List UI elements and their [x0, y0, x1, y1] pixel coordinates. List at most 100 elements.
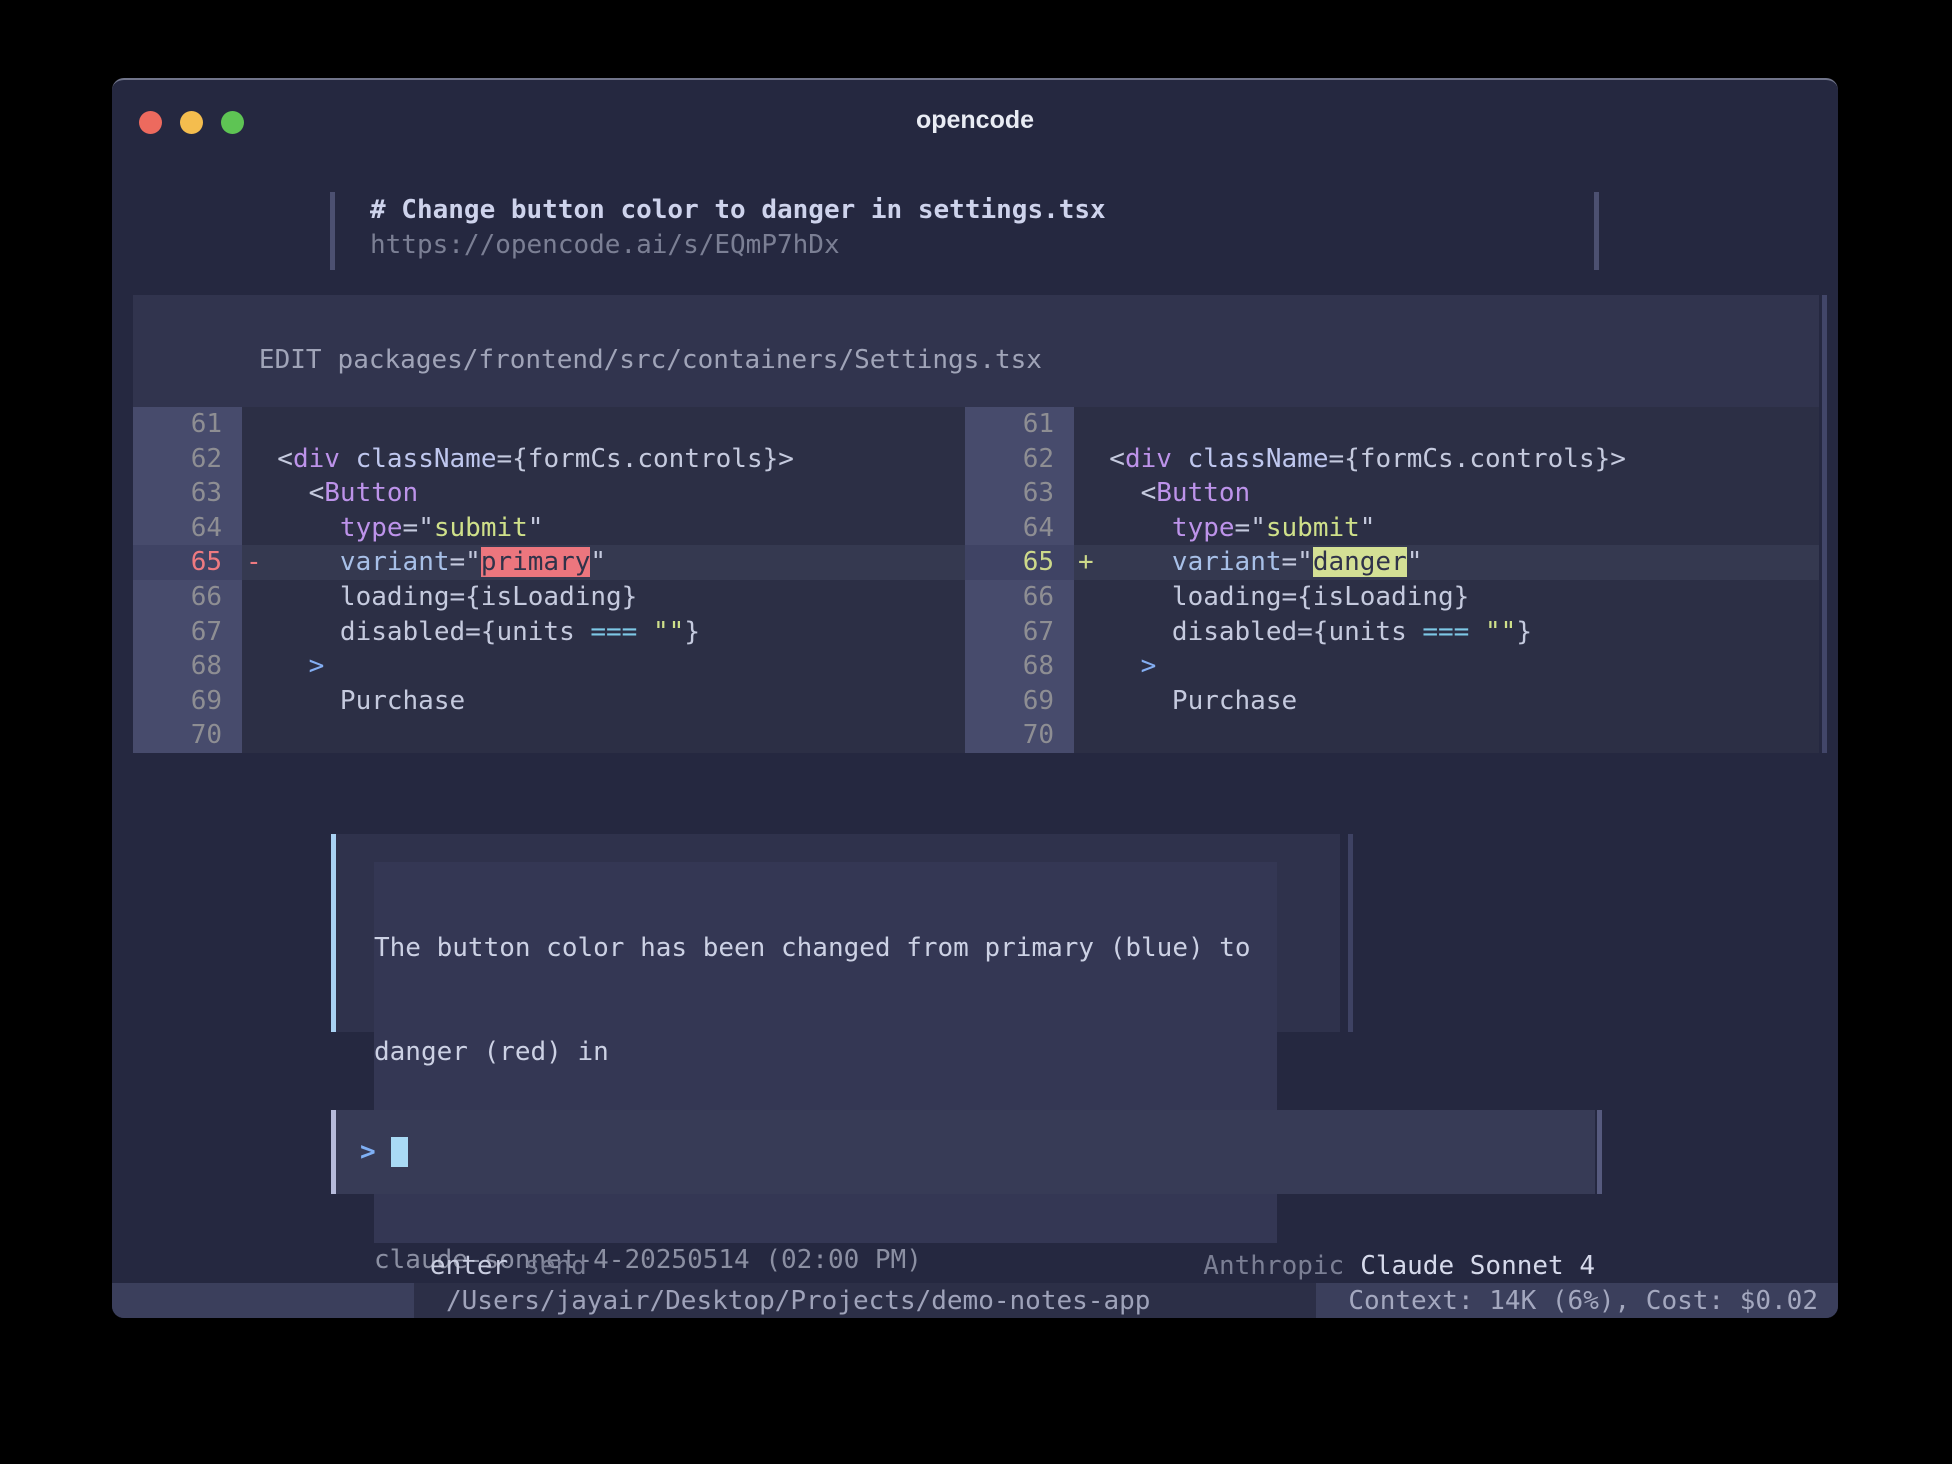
edit-panel-scrollbar[interactable] [1822, 295, 1827, 753]
code-token: =" [450, 547, 481, 577]
code-line: type="submit" [1074, 511, 1819, 546]
line-number: 64 [965, 511, 1074, 546]
line-number: 63 [965, 476, 1074, 511]
code-line: <div className={formCs.controls}> [1074, 442, 1819, 477]
code-line: type="submit" [242, 511, 965, 546]
code-line: + variant="danger" [1074, 545, 1819, 580]
diff-row: 68 > [133, 649, 965, 684]
code-token: type [1172, 513, 1235, 543]
diff-row: 64 type="submit" [965, 511, 1819, 546]
code-token: < [1078, 444, 1125, 474]
code-token: disabled={units [1078, 617, 1422, 647]
line-number: 66 [133, 580, 242, 615]
diff-row: 63 <Button [965, 476, 1819, 511]
code-line: > [1074, 649, 1819, 684]
line-number: 62 [133, 442, 242, 477]
code-token: =" [1282, 547, 1313, 577]
diff-row: 62 <div className={formCs.controls}> [965, 442, 1819, 477]
line-number: 61 [133, 407, 242, 442]
code-token: Button [1156, 478, 1250, 508]
line-number: 61 [965, 407, 1074, 442]
code-token: ={formCs.controls}> [496, 444, 793, 474]
prompt-header-left-border [330, 192, 335, 270]
code-token: < [1078, 478, 1156, 508]
code-token: submit [434, 513, 528, 543]
send-action-label: send [524, 1251, 587, 1281]
input-scrollbar[interactable] [1597, 1110, 1602, 1194]
status-bar: opencodev0.1.156 /Users/jayair/Desktop/P… [112, 1283, 1838, 1318]
enter-key-hint: enter [430, 1251, 508, 1281]
code-token: === [1422, 617, 1469, 647]
code-line [1074, 718, 1819, 753]
code-token: className [1188, 444, 1329, 474]
code-token [340, 444, 356, 474]
removed-token: primary [481, 547, 591, 577]
code-token: =" [1235, 513, 1266, 543]
code-token: loading={isLoading} [246, 582, 637, 612]
code-token: variant [340, 547, 450, 577]
removed-line-marker: - [246, 545, 262, 580]
code-line: <Button [1074, 476, 1819, 511]
code-token: div [293, 444, 340, 474]
code-token: "" [653, 617, 684, 647]
code-line: <div className={formCs.controls}> [242, 442, 965, 477]
code-token [1469, 617, 1485, 647]
app-version-segment: opencodev0.1.156 [112, 1283, 414, 1318]
code-token: disabled={units [246, 617, 590, 647]
diff-pane-left: 6162 <div className={formCs.controls}>63… [133, 407, 965, 753]
code-token: < [246, 478, 324, 508]
line-number: 69 [133, 684, 242, 719]
code-token [246, 651, 309, 681]
share-url[interactable]: https://opencode.ai/s/EQmP7hDx [370, 228, 840, 263]
diff-pane-right: 6162 <div className={formCs.controls}>63… [965, 407, 1819, 753]
code-token: " [590, 547, 606, 577]
window-title: opencode [112, 106, 1838, 135]
code-token [1078, 651, 1141, 681]
code-line: - variant="primary" [242, 545, 965, 580]
message-scrollbar[interactable] [1348, 834, 1353, 1032]
code-token: submit [1266, 513, 1360, 543]
diff-row: 69 Purchase [133, 684, 965, 719]
code-token: " [1360, 513, 1376, 543]
diff-row: 67 disabled={units === ""} [965, 615, 1819, 650]
code-token: " [1407, 547, 1423, 577]
line-number: 67 [133, 615, 242, 650]
code-token: } [1516, 617, 1532, 647]
diff-row: 70 [133, 718, 965, 753]
prompt-header-right-border [1594, 192, 1599, 270]
prompt-input[interactable]: > [336, 1110, 1595, 1194]
added-token: danger [1313, 547, 1407, 577]
assistant-message: The button color has been changed from p… [336, 834, 1340, 1032]
code-line [242, 718, 965, 753]
model-name: Claude Sonnet 4 [1360, 1251, 1595, 1281]
code-token [1078, 513, 1172, 543]
model-provider: Anthropic [1203, 1251, 1344, 1281]
code-token: } [684, 617, 700, 647]
code-token: loading={isLoading} [1078, 582, 1469, 612]
prompt-symbol: > [360, 1135, 376, 1170]
line-number: 69 [965, 684, 1074, 719]
line-number: 65 [965, 545, 1074, 580]
line-number: 70 [133, 718, 242, 753]
diff-row: 61 [133, 407, 965, 442]
code-token: type [340, 513, 403, 543]
code-token: > [1141, 651, 1157, 681]
line-number: 64 [133, 511, 242, 546]
code-token: " [528, 513, 544, 543]
diff-row: 65- variant="primary" [133, 545, 965, 580]
code-token [637, 617, 653, 647]
code-token: < [246, 444, 293, 474]
code-line: <Button [242, 476, 965, 511]
code-line [242, 407, 965, 442]
line-number: 66 [965, 580, 1074, 615]
code-line: disabled={units === ""} [242, 615, 965, 650]
line-number: 62 [965, 442, 1074, 477]
code-token [1172, 444, 1188, 474]
context-cost-segment: Context: 14K (6%), Cost: $0.02 [1316, 1283, 1838, 1318]
edit-tool-panel: EDITpackages/frontend/src/containers/Set… [133, 295, 1819, 753]
code-line: disabled={units === ""} [1074, 615, 1819, 650]
diff-row: 66 loading={isLoading} [965, 580, 1819, 615]
code-token: === [590, 617, 637, 647]
edit-label: EDIT [259, 345, 322, 375]
line-number: 70 [965, 718, 1074, 753]
